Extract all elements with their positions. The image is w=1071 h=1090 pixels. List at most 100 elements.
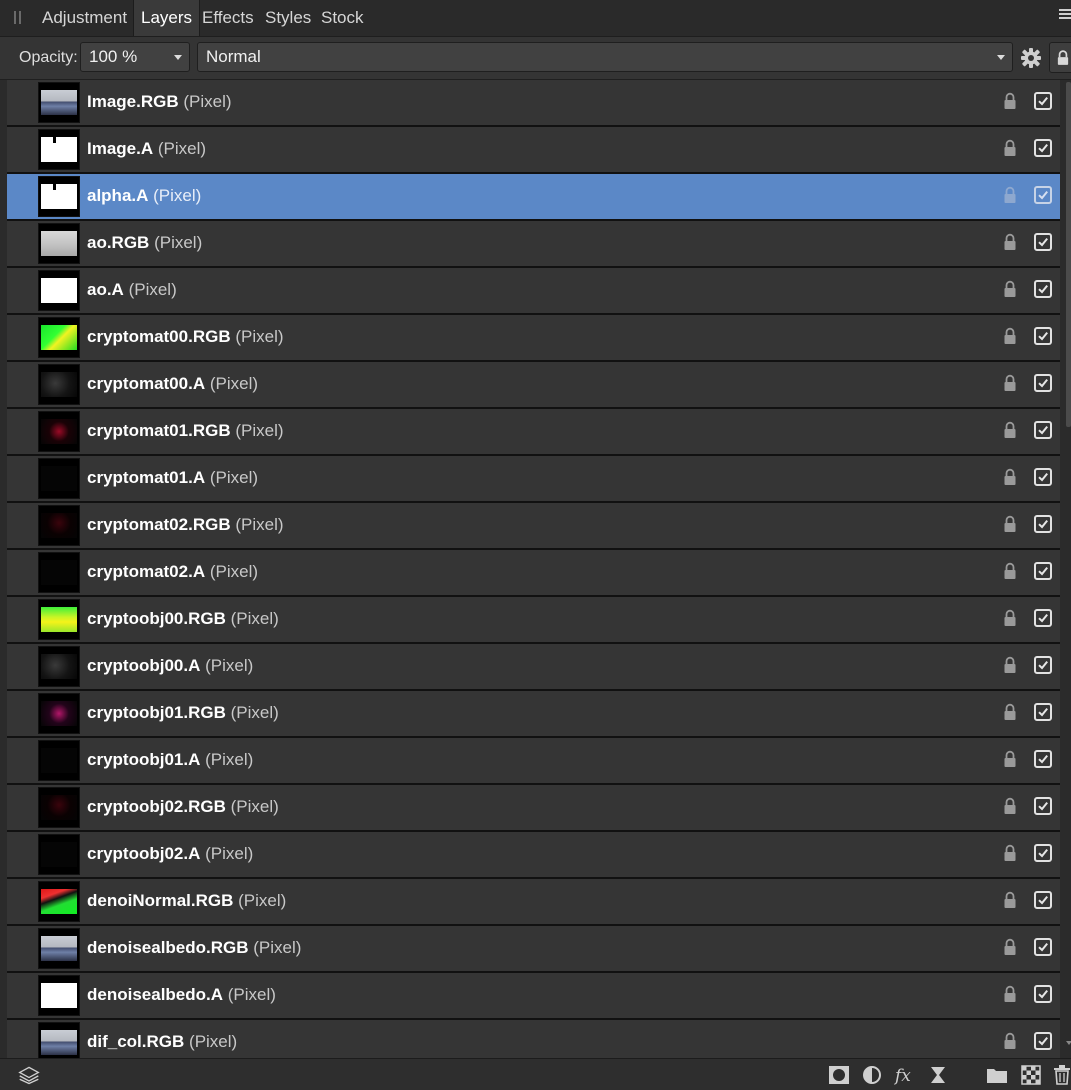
fx-icon[interactable]: fx bbox=[894, 1065, 916, 1085]
layer-thumbnail[interactable] bbox=[38, 176, 80, 217]
lock-icon[interactable] bbox=[1003, 938, 1017, 956]
layer-row[interactable]: denoisealbedo.RGB (Pixel) bbox=[7, 926, 1060, 973]
tab-effects[interactable]: Effects bbox=[196, 0, 260, 36]
layer-name-label[interactable]: Image.RGB (Pixel) bbox=[87, 92, 232, 112]
layer-thumbnail[interactable] bbox=[38, 693, 80, 734]
layer-name-label[interactable]: ao.A (Pixel) bbox=[87, 280, 177, 300]
layer-row[interactable]: cryptoobj00.RGB (Pixel) bbox=[7, 597, 1060, 644]
visibility-checkbox[interactable] bbox=[1034, 985, 1052, 1003]
layer-row[interactable]: cryptoobj02.RGB (Pixel) bbox=[7, 785, 1060, 832]
lock-icon[interactable] bbox=[1003, 1032, 1017, 1050]
layer-thumbnail[interactable] bbox=[38, 552, 80, 593]
layer-name-label[interactable]: cryptoobj00.A (Pixel) bbox=[87, 656, 253, 676]
layer-row[interactable]: cryptoobj01.RGB (Pixel) bbox=[7, 691, 1060, 738]
visibility-checkbox[interactable] bbox=[1034, 703, 1052, 721]
visibility-checkbox[interactable] bbox=[1034, 327, 1052, 345]
gear-icon[interactable] bbox=[1020, 47, 1042, 69]
layer-thumbnail[interactable] bbox=[38, 458, 80, 499]
visibility-checkbox[interactable] bbox=[1034, 891, 1052, 909]
layer-list[interactable]: Image.RGB (Pixel) Image.A (Pixel) alpha.… bbox=[7, 80, 1060, 1058]
layer-row[interactable]: alpha.A (Pixel) bbox=[7, 174, 1060, 221]
live-filter-icon[interactable] bbox=[927, 1065, 949, 1085]
layer-row[interactable]: Image.A (Pixel) bbox=[7, 127, 1060, 174]
layers-stack-icon[interactable] bbox=[18, 1065, 40, 1085]
lock-icon[interactable] bbox=[1003, 374, 1017, 392]
lock-icon[interactable] bbox=[1003, 562, 1017, 580]
mask-layer-icon[interactable] bbox=[828, 1065, 850, 1085]
layer-thumbnail[interactable] bbox=[38, 975, 80, 1016]
visibility-checkbox[interactable] bbox=[1034, 562, 1052, 580]
layer-row[interactable]: cryptomat01.RGB (Pixel) bbox=[7, 409, 1060, 456]
visibility-checkbox[interactable] bbox=[1034, 938, 1052, 956]
lock-icon[interactable] bbox=[1003, 703, 1017, 721]
layer-name-label[interactable]: ao.RGB (Pixel) bbox=[87, 233, 202, 253]
layer-thumbnail[interactable] bbox=[38, 834, 80, 875]
lock-icon[interactable] bbox=[1003, 92, 1017, 110]
drag-grip-icon[interactable] bbox=[14, 11, 22, 25]
layer-row[interactable]: cryptoobj00.A (Pixel) bbox=[7, 644, 1060, 691]
layer-thumbnail[interactable] bbox=[38, 787, 80, 828]
layer-thumbnail[interactable] bbox=[38, 317, 80, 358]
hamburger-menu-icon[interactable] bbox=[1059, 9, 1071, 23]
lock-icon[interactable] bbox=[1003, 750, 1017, 768]
layer-name-label[interactable]: cryptoobj01.RGB (Pixel) bbox=[87, 703, 279, 723]
visibility-checkbox[interactable] bbox=[1034, 797, 1052, 815]
layer-thumbnail[interactable] bbox=[38, 223, 80, 264]
visibility-checkbox[interactable] bbox=[1034, 92, 1052, 110]
visibility-checkbox[interactable] bbox=[1034, 374, 1052, 392]
tab-layers[interactable]: Layers bbox=[133, 0, 201, 36]
layer-thumbnail[interactable] bbox=[38, 928, 80, 969]
visibility-checkbox[interactable] bbox=[1034, 656, 1052, 674]
lock-icon[interactable] bbox=[1003, 233, 1017, 251]
scroll-down-arrow-icon[interactable] bbox=[1066, 1041, 1071, 1045]
visibility-checkbox[interactable] bbox=[1034, 1032, 1052, 1050]
trash-icon[interactable] bbox=[1053, 1065, 1071, 1085]
layer-row[interactable]: dif_col.RGB (Pixel) bbox=[7, 1020, 1060, 1058]
layer-thumbnail[interactable] bbox=[38, 129, 80, 170]
lock-icon[interactable] bbox=[1003, 609, 1017, 627]
layer-thumbnail[interactable] bbox=[38, 599, 80, 640]
lock-button[interactable] bbox=[1049, 42, 1071, 73]
scrollbar-thumb[interactable] bbox=[1066, 82, 1071, 427]
layer-name-label[interactable]: cryptoobj01.A (Pixel) bbox=[87, 750, 253, 770]
visibility-checkbox[interactable] bbox=[1034, 609, 1052, 627]
layer-row[interactable]: denoisealbedo.A (Pixel) bbox=[7, 973, 1060, 1020]
layer-name-label[interactable]: cryptomat01.RGB (Pixel) bbox=[87, 421, 284, 441]
layer-row[interactable]: cryptomat02.A (Pixel) bbox=[7, 550, 1060, 597]
layer-name-label[interactable]: cryptomat00.RGB (Pixel) bbox=[87, 327, 284, 347]
visibility-checkbox[interactable] bbox=[1034, 750, 1052, 768]
layer-row[interactable]: cryptomat00.RGB (Pixel) bbox=[7, 315, 1060, 362]
layer-thumbnail[interactable] bbox=[38, 881, 80, 922]
layer-row[interactable]: cryptoobj01.A (Pixel) bbox=[7, 738, 1060, 785]
layer-name-label[interactable]: alpha.A (Pixel) bbox=[87, 186, 201, 206]
layer-thumbnail[interactable] bbox=[38, 411, 80, 452]
layer-name-label[interactable]: cryptoobj02.RGB (Pixel) bbox=[87, 797, 279, 817]
layer-name-label[interactable]: cryptomat01.A (Pixel) bbox=[87, 468, 258, 488]
layer-thumbnail[interactable] bbox=[38, 505, 80, 546]
visibility-checkbox[interactable] bbox=[1034, 515, 1052, 533]
lock-icon[interactable] bbox=[1003, 327, 1017, 345]
layer-name-label[interactable]: dif_col.RGB (Pixel) bbox=[87, 1032, 237, 1052]
layer-thumbnail[interactable] bbox=[38, 1022, 80, 1058]
visibility-checkbox[interactable] bbox=[1034, 233, 1052, 251]
layer-row[interactable]: cryptomat00.A (Pixel) bbox=[7, 362, 1060, 409]
layer-name-label[interactable]: cryptoobj00.RGB (Pixel) bbox=[87, 609, 279, 629]
layer-name-label[interactable]: cryptoobj02.A (Pixel) bbox=[87, 844, 253, 864]
lock-icon[interactable] bbox=[1003, 656, 1017, 674]
visibility-checkbox[interactable] bbox=[1034, 421, 1052, 439]
layer-name-label[interactable]: denoisealbedo.A (Pixel) bbox=[87, 985, 276, 1005]
layer-row[interactable]: Image.RGB (Pixel) bbox=[7, 80, 1060, 127]
layer-row[interactable]: ao.RGB (Pixel) bbox=[7, 221, 1060, 268]
lock-icon[interactable] bbox=[1003, 985, 1017, 1003]
layer-thumbnail[interactable] bbox=[38, 364, 80, 405]
layer-name-label[interactable]: cryptomat00.A (Pixel) bbox=[87, 374, 258, 394]
visibility-checkbox[interactable] bbox=[1034, 186, 1052, 204]
layer-thumbnail[interactable] bbox=[38, 646, 80, 687]
layer-name-label[interactable]: denoiNormal.RGB (Pixel) bbox=[87, 891, 286, 911]
layer-row[interactable]: cryptomat01.A (Pixel) bbox=[7, 456, 1060, 503]
pixel-layer-icon[interactable] bbox=[1020, 1065, 1042, 1085]
lock-icon[interactable] bbox=[1003, 891, 1017, 909]
layer-name-label[interactable]: cryptomat02.A (Pixel) bbox=[87, 562, 258, 582]
layer-name-label[interactable]: Image.A (Pixel) bbox=[87, 139, 206, 159]
layer-name-label[interactable]: cryptomat02.RGB (Pixel) bbox=[87, 515, 284, 535]
